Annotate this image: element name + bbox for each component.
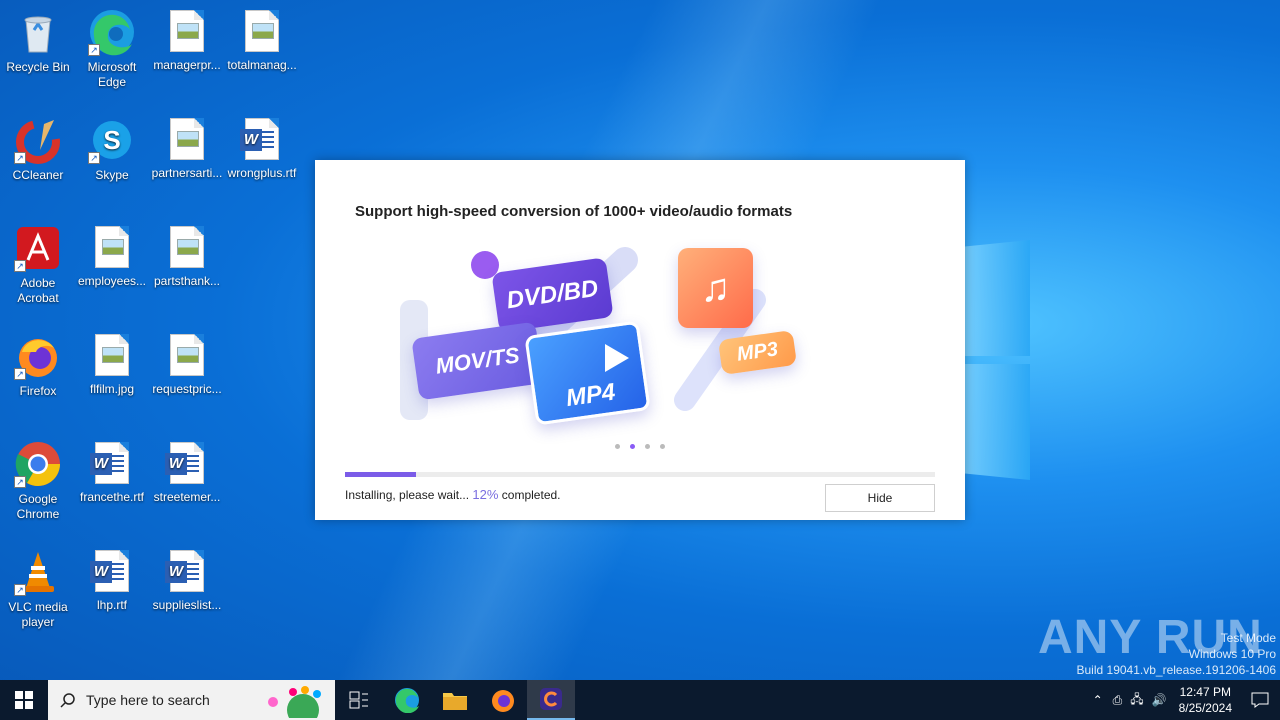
build-text: Build 19041.vb_release.191206-1406 <box>1076 663 1277 677</box>
acrobat-icon: ↗ <box>14 224 62 272</box>
carousel-dot[interactable] <box>615 444 620 449</box>
image-file-icon <box>95 334 129 376</box>
search-highlight-illustration-icon <box>268 686 321 718</box>
desktop-icon-recycle-bin[interactable]: Recycle Bin <box>0 2 76 75</box>
recycle-bin-icon <box>14 8 62 56</box>
word-document-icon: W <box>165 442 204 484</box>
firefox-icon: ↗ <box>14 332 62 380</box>
carousel-dots <box>615 444 665 449</box>
desktop-icon-ccleaner[interactable]: ↗ CCleaner <box>0 110 76 183</box>
shortcut-arrow-icon: ↗ <box>14 476 26 488</box>
edge-icon: ↗ <box>88 8 136 56</box>
carousel-dot-active[interactable] <box>630 444 635 449</box>
image-file-icon <box>170 10 204 52</box>
image-file-icon <box>170 226 204 268</box>
desktop-icon-firefox[interactable]: ↗ Firefox <box>0 326 76 399</box>
edge-icon <box>395 688 419 713</box>
desktop-icon-file[interactable]: managerpr... <box>149 2 225 73</box>
desktop-icon-skype[interactable]: S ↗ Skype <box>74 110 150 183</box>
shortcut-arrow-icon: ↗ <box>88 44 100 56</box>
play-icon <box>605 344 629 372</box>
shortcut-arrow-icon: ↗ <box>14 584 26 596</box>
desktop-icon-file[interactable]: partsthank... <box>149 218 225 289</box>
taskbar: Type here to search ⌃ ⎙ 🖧 🔊 12:47 PM 8/2… <box>0 680 1280 720</box>
progress-percent: 12% <box>472 487 499 502</box>
desktop-icon-edge[interactable]: ↗ Microsoft Edge <box>74 2 150 90</box>
show-hidden-icons-chevron-icon[interactable]: ⌃ <box>1087 693 1109 707</box>
taskbar-installer-button[interactable] <box>527 680 575 720</box>
image-file-icon <box>245 10 279 52</box>
skype-icon: S ↗ <box>88 116 136 164</box>
device-icon[interactable]: ⎙ <box>1109 693 1127 708</box>
system-tray: ⌃ ⎙ 🖧 🔊 12:47 PM 8/25/2024 <box>1087 680 1280 720</box>
format-banner-illustration: DVD/BD MOV/TS MP4 ♫ MP3 <box>395 220 915 460</box>
image-file-icon <box>170 118 204 160</box>
search-icon <box>60 693 75 708</box>
clock-time: 12:47 PM <box>1179 685 1231 699</box>
taskbar-explorer-button[interactable] <box>431 680 479 720</box>
taskbar-firefox-button[interactable] <box>479 680 527 720</box>
clock-date: 8/25/2024 <box>1178 701 1232 715</box>
desktop-icon-file[interactable]: partnersarti... <box>149 110 225 181</box>
taskbar-clock[interactable]: 12:47 PM 8/25/2024 <box>1171 684 1240 716</box>
dialog-title: Support high-speed conversion of 1000+ v… <box>355 203 793 220</box>
taskbar-edge-button[interactable] <box>383 680 431 720</box>
os-edition-text: Windows 10 Pro <box>1188 647 1276 661</box>
converter-app-icon <box>540 688 562 710</box>
shortcut-arrow-icon: ↗ <box>88 152 100 164</box>
hide-button[interactable]: Hide <box>825 484 935 512</box>
desktop-icon-chrome[interactable]: ↗ Google Chrome <box>0 434 76 522</box>
install-progress-fill <box>345 472 416 477</box>
word-document-icon: W <box>90 550 129 592</box>
chrome-icon: ↗ <box>14 440 62 488</box>
shortcut-arrow-icon: ↗ <box>14 260 26 272</box>
desktop-icon-file[interactable]: W streetemer... <box>149 434 225 505</box>
installer-dialog: Support high-speed conversion of 1000+ v… <box>315 160 965 520</box>
desktop-icon-file[interactable]: W supplieslist... <box>149 542 225 613</box>
desktop-icon-acrobat[interactable]: ↗ Adobe Acrobat <box>0 218 76 306</box>
desktop-icon-vlc[interactable]: ↗ VLC media player <box>0 542 76 630</box>
desktop-icon-file[interactable]: requestpric... <box>149 326 225 397</box>
desktop-icon-file[interactable]: W francethe.rtf <box>74 434 150 505</box>
search-placeholder: Type here to search <box>86 692 210 708</box>
word-document-icon: W <box>240 118 279 160</box>
desktop-icon-file[interactable]: W wrongplus.rtf <box>224 110 300 181</box>
image-file-icon <box>170 334 204 376</box>
desktop-icon-file[interactable]: employees... <box>74 218 150 289</box>
test-mode-text: Test Mode <box>1220 631 1276 645</box>
firefox-icon <box>492 690 514 712</box>
taskbar-search-box[interactable]: Type here to search <box>48 680 335 720</box>
shortcut-arrow-icon: ↗ <box>14 152 26 164</box>
carousel-dot[interactable] <box>645 444 650 449</box>
start-button[interactable] <box>0 680 48 720</box>
windows-logo-wallpaper <box>960 240 1030 480</box>
status-prefix: Installing, please wait... <box>345 488 470 502</box>
os-watermark: Test Mode Windows 10 Pro Build 19041.vb_… <box>1077 630 1277 678</box>
word-document-icon: W <box>165 550 204 592</box>
svg-text:S: S <box>103 125 120 155</box>
install-status: Installing, please wait... 12% completed… <box>345 487 561 502</box>
desktop-icon-file[interactable]: flfilm.jpg <box>74 326 150 397</box>
notification-icon <box>1251 692 1269 708</box>
task-view-button[interactable] <box>335 680 383 720</box>
carousel-dot[interactable] <box>660 444 665 449</box>
windows-start-icon <box>15 691 33 709</box>
folder-icon <box>443 693 467 710</box>
image-file-icon <box>95 226 129 268</box>
shortcut-arrow-icon: ↗ <box>14 368 26 380</box>
volume-icon[interactable]: 🔊 <box>1148 693 1171 707</box>
task-view-icon <box>349 691 368 709</box>
status-suffix: completed. <box>501 488 561 502</box>
music-note-icon: ♫ <box>678 248 753 328</box>
word-document-icon: W <box>90 442 129 484</box>
desktop-icon-file[interactable]: W lhp.rtf <box>74 542 150 613</box>
desktop-icon-file[interactable]: totalmanag... <box>224 2 300 73</box>
install-progress-bar <box>345 472 935 477</box>
network-icon[interactable]: 🖧 <box>1126 690 1147 711</box>
ccleaner-icon: ↗ <box>14 116 62 164</box>
vlc-cone-icon: ↗ <box>14 548 62 596</box>
action-center-button[interactable] <box>1240 680 1280 720</box>
